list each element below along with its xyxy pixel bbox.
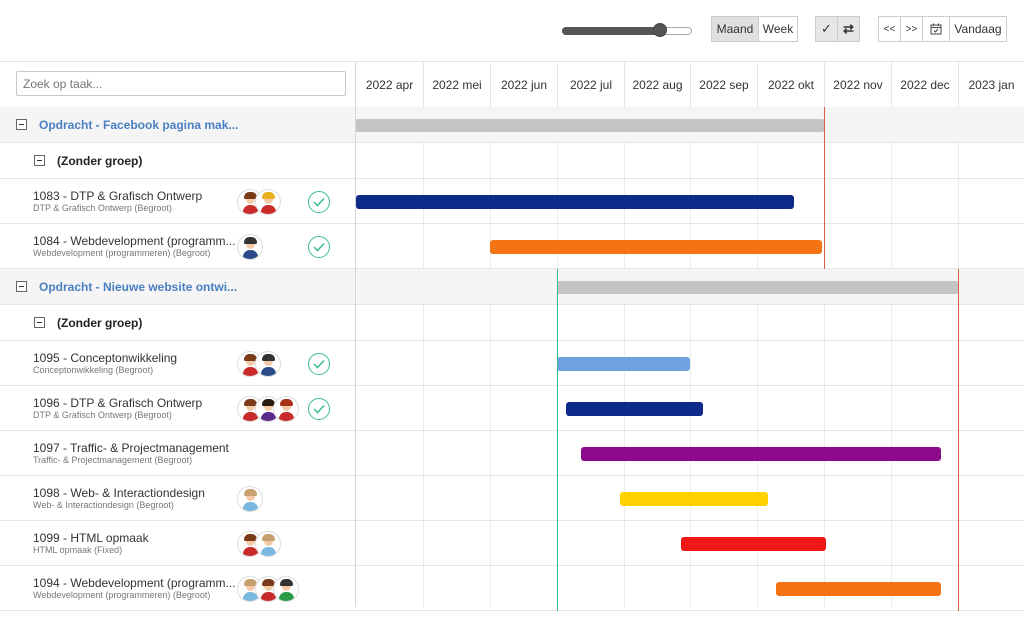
- project-row[interactable]: Opdracht - Nieuwe website ontwi...: [0, 269, 1024, 305]
- task-bar[interactable]: [557, 356, 690, 371]
- subgroup-title: (Zonder groep): [57, 316, 143, 330]
- task-subtitle: DTP & Grafisch Ontwerp (Begroot): [33, 410, 172, 420]
- task-bar[interactable]: [356, 194, 794, 209]
- project-title[interactable]: Opdracht - Nieuwe website ontwi...: [39, 280, 237, 294]
- task-row[interactable]: 1096 - DTP & Grafisch Ontwerp DTP & Grafi…: [0, 386, 1024, 431]
- date-marker-line: [958, 269, 959, 611]
- task-subtitle: HTML opmaak (Fixed): [33, 545, 123, 555]
- today-button[interactable]: Vandaag: [949, 16, 1007, 42]
- check-toggle-button[interactable]: ✓: [815, 16, 838, 42]
- task-title[interactable]: 1095 - Conceptonwikkeling: [33, 351, 177, 365]
- task-row[interactable]: 1094 - Webdevelopment (programm... Webdev…: [0, 566, 1024, 611]
- subgroup-row[interactable]: (Zonder groep): [0, 143, 1024, 179]
- task-title[interactable]: 1097 - Traffic- & Projectmanagement: [33, 441, 229, 455]
- task-row[interactable]: 1098 - Web- & Interactiondesign Web- & In…: [0, 476, 1024, 521]
- task-row[interactable]: 1084 - Webdevelopment (programm... Webdev…: [0, 224, 1024, 269]
- project-row[interactable]: Opdracht - Facebook pagina mak...: [0, 107, 1024, 143]
- swap-icon: ⇄: [843, 21, 854, 36]
- month-header: 2022 jun: [490, 62, 557, 107]
- task-title[interactable]: 1099 - HTML opmaak: [33, 531, 149, 545]
- month-header: 2022 jul: [557, 62, 624, 107]
- avatar[interactable]: [255, 531, 281, 557]
- project-bar[interactable]: [557, 281, 958, 294]
- task-bar[interactable]: [776, 581, 941, 596]
- done-check-icon[interactable]: [308, 398, 330, 420]
- previous-button[interactable]: <<: [878, 16, 901, 42]
- task-subtitle: Traffic- & Projectmanagement (Begroot): [33, 455, 193, 465]
- task-row[interactable]: 1083 - DTP & Grafisch Ontwerp DTP & Grafi…: [0, 179, 1024, 224]
- task-bar[interactable]: [565, 401, 704, 416]
- avatar[interactable]: [255, 351, 281, 377]
- collapse-toggle[interactable]: [16, 119, 27, 130]
- done-check-icon[interactable]: [308, 353, 330, 375]
- assignee-avatars: [237, 351, 281, 377]
- subgroup-title: (Zonder groep): [57, 154, 143, 168]
- task-title[interactable]: 1083 - DTP & Grafisch Ontwerp: [33, 189, 202, 203]
- assignee-avatars: [237, 189, 281, 215]
- collapse-toggle[interactable]: [34, 155, 45, 166]
- panel-divider[interactable]: [355, 62, 356, 607]
- task-row[interactable]: 1097 - Traffic- & Projectmanagement Traff…: [0, 431, 1024, 476]
- task-title[interactable]: 1096 - DTP & Grafisch Ontwerp: [33, 396, 202, 410]
- date-marker-line: [824, 107, 825, 269]
- collapse-toggle[interactable]: [16, 281, 27, 292]
- done-check-icon[interactable]: [308, 236, 330, 258]
- subgroup-row[interactable]: (Zonder groep): [0, 305, 1024, 341]
- task-title[interactable]: 1084 - Webdevelopment (programm...: [33, 234, 236, 248]
- month-header: 2022 dec: [891, 62, 958, 107]
- project-title[interactable]: Opdracht - Facebook pagina mak...: [39, 118, 238, 132]
- avatar[interactable]: [273, 576, 299, 602]
- done-check-icon[interactable]: [308, 191, 330, 213]
- task-bar[interactable]: [681, 536, 827, 551]
- avatar[interactable]: [237, 486, 263, 512]
- avatar[interactable]: [273, 396, 299, 422]
- assignee-avatars: [237, 531, 281, 557]
- assignee-avatars: [237, 576, 299, 602]
- collapse-toggle[interactable]: [34, 317, 45, 328]
- task-subtitle: Webdevelopment (programmeren) (Begroot): [33, 590, 211, 600]
- next-button[interactable]: >>: [900, 16, 923, 42]
- view-week-button[interactable]: Week: [758, 16, 798, 42]
- month-header: 2022 mei: [423, 62, 490, 107]
- task-title[interactable]: 1094 - Webdevelopment (programm...: [33, 576, 236, 590]
- task-subtitle: DTP & Grafisch Ontwerp (Begroot): [33, 203, 172, 213]
- swap-toggle-button[interactable]: ⇄: [837, 16, 860, 42]
- task-title[interactable]: 1098 - Web- & Interactiondesign: [33, 486, 205, 500]
- view-month-button[interactable]: Maand: [711, 16, 759, 42]
- zoom-slider[interactable]: [562, 23, 692, 37]
- avatar[interactable]: [255, 189, 281, 215]
- month-header: 2022 apr: [365, 77, 414, 92]
- avatar[interactable]: [237, 234, 263, 260]
- zoom-slider-fill: [562, 27, 660, 35]
- task-bar[interactable]: [580, 446, 941, 461]
- task-row[interactable]: 1095 - Conceptonwikkeling Conceptonwikkel…: [0, 341, 1024, 386]
- task-subtitle: Webdevelopment (programmeren) (Begroot): [33, 248, 211, 258]
- assignee-avatars: [237, 486, 263, 512]
- task-bar[interactable]: [490, 239, 822, 254]
- task-bar[interactable]: [619, 491, 768, 506]
- month-header: 2022 sep: [690, 62, 757, 107]
- month-header: 2022 aug: [624, 62, 690, 107]
- project-bar[interactable]: [356, 119, 824, 132]
- calendar-button[interactable]: [922, 16, 950, 42]
- calendar-icon: [930, 23, 942, 35]
- task-search-input[interactable]: [16, 71, 346, 96]
- toolbar: Maand Week ✓ ⇄ << >> Vandaag: [0, 0, 1024, 62]
- check-icon: ✓: [821, 21, 832, 36]
- zoom-slider-handle[interactable]: [652, 23, 667, 37]
- month-header: 2023 jan: [958, 62, 1024, 107]
- task-subtitle: Web- & Interactiondesign (Begroot): [33, 500, 174, 510]
- assignee-avatars: [237, 234, 263, 260]
- assignee-avatars: [237, 396, 299, 422]
- task-row[interactable]: 1099 - HTML opmaak HTML opmaak (Fixed): [0, 521, 1024, 566]
- date-marker-line: [557, 269, 558, 611]
- month-header: 2022 okt: [757, 62, 824, 107]
- task-subtitle: Conceptonwikkeling (Begroot): [33, 365, 154, 375]
- month-header: 2022 nov: [824, 62, 891, 107]
